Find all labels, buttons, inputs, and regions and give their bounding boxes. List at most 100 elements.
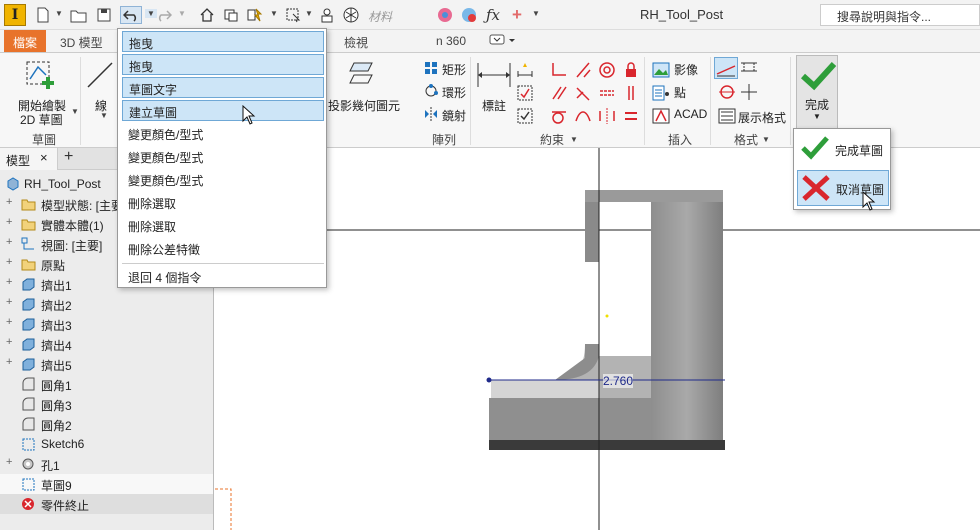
save-icon[interactable] [95, 6, 113, 24]
dimension-icon[interactable] [476, 61, 512, 89]
tab-3d-model[interactable]: 3D 模型 [52, 30, 111, 52]
driven-dimension-icon[interactable] [740, 83, 758, 101]
coincident-constraint-icon[interactable] [550, 61, 568, 79]
import-points-label[interactable]: 點 [674, 84, 686, 101]
expand-icon[interactable]: + [6, 276, 12, 288]
panel-title-format[interactable]: 格式 [734, 131, 758, 148]
undo-menu-item[interactable]: 建立草圖 [122, 100, 324, 121]
acad-icon[interactable] [652, 107, 670, 125]
ribbon-options-icon[interactable] [480, 30, 524, 52]
collinear-constraint-icon[interactable] [574, 61, 592, 79]
parameters-fx-icon[interactable]: ƒx [484, 6, 502, 24]
tree-node[interactable]: 圓角2 [0, 414, 213, 434]
concentric-constraint-icon[interactable] [598, 61, 616, 79]
undo-menu-item[interactable]: 草圖文字 [122, 77, 324, 98]
tree-node[interactable]: 圓角1 [0, 374, 213, 394]
horizontal-constraint-icon[interactable] [598, 84, 616, 102]
start-sketch-label-2[interactable]: 2D 草圖 [20, 111, 63, 128]
expand-icon[interactable]: + [6, 216, 12, 228]
symmetric-constraint-icon[interactable] [598, 107, 616, 125]
show-format-icon[interactable] [718, 107, 736, 125]
new-file-dropdown-icon[interactable]: ▼ [55, 9, 63, 18]
tree-node[interactable]: 圓角3 [0, 394, 213, 414]
undo-icon[interactable] [120, 6, 142, 24]
undo-menu-item[interactable]: 變更顏色/型式 [122, 146, 324, 167]
finish-sketch-menu-item[interactable]: 完成草圖 [797, 131, 889, 167]
mirror-icon[interactable] [424, 107, 438, 121]
customize-dropdown-icon[interactable]: ▼ [532, 9, 540, 18]
appearance-icon[interactable] [436, 6, 454, 24]
material-field[interactable]: 材料 [368, 8, 392, 25]
add-tab-icon[interactable]: + [64, 148, 73, 166]
tree-node[interactable]: 草圖9 [0, 474, 213, 494]
select-icon[interactable] [284, 6, 302, 24]
help-search-input[interactable]: 搜尋說明與指令... [820, 4, 980, 26]
expand-icon[interactable]: + [6, 356, 12, 368]
expand-icon[interactable]: + [6, 336, 12, 348]
vertical-constraint-icon[interactable] [622, 84, 640, 102]
finish-sketch-button[interactable]: 完成 ▼ [796, 55, 838, 129]
expand-icon[interactable]: + [6, 296, 12, 308]
equal-constraint-icon[interactable] [622, 107, 640, 125]
expand-icon[interactable]: + [6, 456, 12, 468]
rectangular-pattern-label[interactable]: 矩形 [442, 61, 466, 78]
tree-node[interactable]: + 擠出3 [0, 314, 213, 334]
materials-icon[interactable] [342, 6, 360, 24]
tree-node[interactable]: + 擠出2 [0, 294, 213, 314]
tree-node[interactable]: + 擠出5 [0, 354, 213, 374]
project-geometry-icon[interactable] [348, 59, 378, 87]
mirror-label[interactable]: 鏡射 [442, 107, 466, 124]
expand-icon[interactable]: + [6, 196, 12, 208]
app-logo-icon[interactable]: I [4, 4, 26, 26]
tab-file[interactable]: 檔案 [4, 30, 46, 52]
rectangular-pattern-icon[interactable] [424, 61, 438, 75]
undo-menu-item[interactable]: 拖曳 [122, 31, 324, 52]
undo-menu-item[interactable]: 刪除公差特徵 [122, 238, 324, 259]
format-dropdown-icon[interactable]: ▼ [762, 135, 770, 144]
undo-menu-item[interactable]: 刪除選取 [122, 192, 324, 213]
project-icon[interactable] [222, 6, 240, 24]
center-point-icon[interactable] [718, 83, 736, 101]
auto-dimension-icon[interactable] [516, 61, 534, 79]
open-folder-icon[interactable] [70, 6, 88, 24]
new-file-icon[interactable] [34, 6, 52, 24]
expand-icon[interactable]: + [6, 256, 12, 268]
tab-360[interactable]: n 360 [428, 30, 474, 52]
undo-menu-item[interactable]: 刪除選取 [122, 215, 324, 236]
undo-menu-item[interactable]: 變更顏色/型式 [122, 123, 324, 144]
acad-label[interactable]: ACAD [674, 107, 707, 121]
cancel-sketch-menu-item[interactable]: 取消草圖 [797, 170, 889, 211]
tree-node[interactable]: + 擠出4 [0, 334, 213, 354]
fix-constraint-icon[interactable] [622, 61, 640, 79]
clear-appearance-icon[interactable] [460, 6, 478, 24]
update-icon[interactable] [246, 6, 264, 24]
circular-pattern-icon[interactable] [424, 84, 438, 98]
select-dropdown-icon[interactable]: ▼ [305, 9, 313, 18]
home-icon[interactable] [198, 6, 216, 24]
show-format-label[interactable]: 展示格式 [738, 109, 786, 126]
sketch-dropdown-icon[interactable]: ▼ [71, 107, 79, 116]
tab-view[interactable]: 檢視 [336, 30, 376, 52]
undo-menu-item[interactable]: 拖曳 [122, 54, 324, 75]
parallel-constraint-icon[interactable] [550, 84, 568, 102]
close-icon[interactable]: × [40, 150, 48, 165]
line-dropdown-icon[interactable]: ▼ [100, 111, 108, 120]
tab-model[interactable]: 模型 × [0, 148, 58, 170]
show-constraints-icon[interactable] [516, 84, 534, 102]
perpendicular-constraint-icon[interactable] [574, 84, 592, 102]
tree-node[interactable]: Sketch6 [0, 434, 213, 454]
relax-mode-icon[interactable] [516, 107, 534, 125]
undo-menu-item[interactable]: 變更顏色/型式 [122, 169, 324, 190]
ilogic-add-icon[interactable]: + [508, 5, 526, 24]
smooth-constraint-icon[interactable] [574, 107, 592, 125]
tangent-constraint-icon[interactable] [550, 107, 568, 125]
line-icon[interactable] [86, 61, 114, 89]
dimension-text[interactable]: 2.760 [603, 374, 634, 388]
expand-icon[interactable]: + [6, 316, 12, 328]
tree-node[interactable]: 零件終止 [0, 494, 213, 514]
dimension-label[interactable]: 標註 [482, 97, 506, 114]
import-points-icon[interactable] [652, 84, 670, 102]
project-geometry-label[interactable]: 投影幾何圖元 [328, 97, 400, 114]
update-dropdown-icon[interactable]: ▼ [270, 9, 278, 18]
constrain-dropdown-icon[interactable]: ▼ [570, 135, 578, 144]
